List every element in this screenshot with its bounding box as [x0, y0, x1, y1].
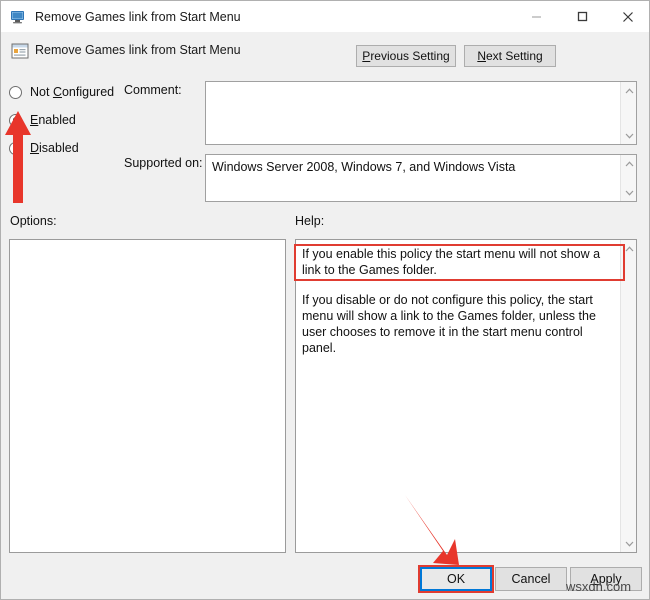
cancel-button[interactable]: Cancel	[495, 567, 567, 591]
close-icon[interactable]	[605, 1, 649, 32]
scroll-up-icon[interactable]	[621, 156, 636, 171]
previous-setting-label-rest: revious Setting	[370, 49, 450, 63]
radio-label-enabled: Enabled	[30, 113, 76, 127]
maximize-icon[interactable]	[559, 1, 605, 32]
supported-on-label: Supported on:	[124, 156, 203, 170]
policy-setting-title: Remove Games link from Start Menu	[35, 43, 241, 57]
radio-mark-disabled[interactable]	[9, 141, 22, 155]
radio-label-not-configured: Not Configured	[30, 85, 115, 99]
radio-disabled[interactable]: Disabled	[9, 139, 79, 157]
radio-enabled[interactable]: Enabled	[9, 111, 76, 129]
comment-label: Comment:	[124, 83, 182, 97]
group-policy-setting-icon	[11, 43, 29, 59]
options-panel[interactable]	[9, 239, 286, 553]
scroll-up-icon[interactable]	[621, 241, 637, 256]
policy-setting-dialog: Remove Games link from Start Menu Remove…	[0, 0, 650, 600]
previous-setting-button[interactable]: Previous Setting	[356, 45, 456, 67]
help-paragraph-2: If you disable or do not configure this …	[302, 293, 596, 355]
scroll-down-icon[interactable]	[621, 128, 636, 143]
next-setting-button[interactable]: Next Setting	[464, 45, 556, 67]
computer-monitor-icon	[11, 10, 24, 23]
watermark: wsxdn.com	[566, 579, 632, 594]
title-bar: Remove Games link from Start Menu	[1, 1, 649, 32]
radio-not-configured[interactable]: Not Configured	[9, 83, 114, 101]
minimize-icon[interactable]	[513, 1, 559, 32]
help-scrollbar[interactable]	[620, 240, 636, 552]
scroll-up-icon[interactable]	[621, 83, 636, 98]
options-label: Options:	[10, 214, 57, 228]
radio-mark-enabled[interactable]	[9, 113, 22, 127]
help-label: Help:	[295, 214, 325, 228]
previous-setting-accel: P	[362, 49, 371, 63]
next-setting-label-rest: ext Setting	[485, 49, 543, 63]
supported-on-field[interactable]: Windows Server 2008, Windows 7, and Wind…	[205, 154, 637, 202]
scroll-down-icon[interactable]	[621, 185, 636, 200]
radio-mark-not-configured[interactable]	[9, 85, 22, 99]
scroll-down-icon[interactable]	[621, 536, 637, 551]
next-setting-accel: N	[477, 49, 486, 63]
comment-scrollbar[interactable]	[620, 82, 636, 144]
radio-label-disabled: Disabled	[30, 141, 79, 155]
help-panel[interactable]: If you enable this policy the start menu…	[295, 239, 637, 553]
window-controls	[513, 1, 649, 32]
ok-button[interactable]: OK	[420, 567, 492, 591]
supported-on-value: Windows Server 2008, Windows 7, and Wind…	[212, 160, 516, 174]
window-title: Remove Games link from Start Menu	[35, 9, 241, 24]
help-text: If you enable this policy the start menu…	[302, 246, 608, 370]
comment-input[interactable]	[205, 81, 637, 145]
help-paragraph-1: If you enable this policy the start menu…	[302, 247, 601, 277]
supported-on-scrollbar[interactable]	[620, 155, 636, 201]
